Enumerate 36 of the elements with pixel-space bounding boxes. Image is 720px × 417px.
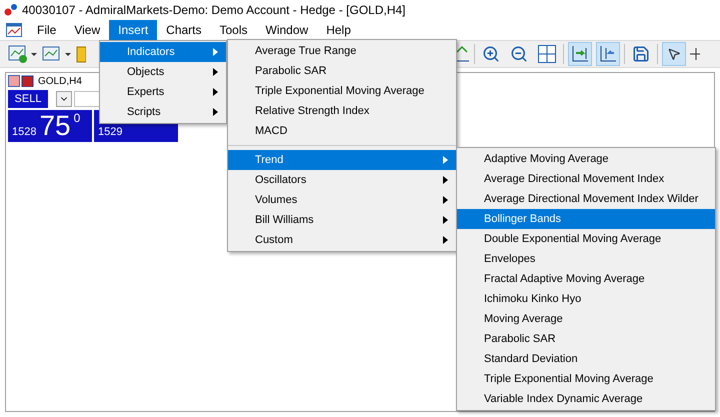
menu-item[interactable]: Bollinger Bands xyxy=(457,209,715,229)
window-title: 40030107 - AdmiralMarkets-Demo: Demo Account - Hedge - [GOLD,H4] xyxy=(22,2,406,19)
menu-item[interactable]: Variable Index Dynamic Average xyxy=(457,389,715,409)
menu-item[interactable]: Triple Exponential Moving Average xyxy=(457,369,715,389)
menu-item[interactable]: Envelopes xyxy=(457,249,715,269)
menu-item[interactable]: Custom xyxy=(228,230,456,250)
menu-bar-item[interactable]: Charts xyxy=(157,20,210,40)
menu-bar-item[interactable]: View xyxy=(65,20,110,40)
menu-bar-item[interactable]: Insert xyxy=(109,20,158,40)
menu-item[interactable]: Average Directional Movement Index Wilder xyxy=(457,189,715,209)
menu-item[interactable]: Bill Williams xyxy=(228,210,456,230)
menu-item[interactable]: Parabolic SAR xyxy=(228,61,456,81)
menu-item[interactable]: Ichimoku Kinko Hyo xyxy=(457,289,715,309)
menu-item[interactable]: Average Directional Movement Index xyxy=(457,169,715,189)
menu-item[interactable]: Indicators xyxy=(100,42,226,62)
menu-item[interactable]: Parabolic SAR xyxy=(457,329,715,349)
menu-item[interactable]: Experts xyxy=(100,82,226,102)
menu-item[interactable]: Fractal Adaptive Moving Average xyxy=(457,269,715,289)
menu-bar-item[interactable]: Help xyxy=(317,20,360,40)
menu-item[interactable]: Double Exponential Moving Average xyxy=(457,229,715,249)
menu-item[interactable]: Volumes xyxy=(228,190,456,210)
menu-item[interactable]: Oscillators xyxy=(228,170,456,190)
menu-item[interactable]: Objects xyxy=(100,62,226,82)
sell-button[interactable]: SELL xyxy=(8,90,48,108)
menu-item[interactable]: Moving Average xyxy=(457,309,715,329)
menu-bar-item[interactable]: Tools xyxy=(210,20,257,40)
menu-item[interactable]: MACD xyxy=(228,121,456,141)
menu-item[interactable]: Trend xyxy=(228,150,456,170)
menu-item[interactable]: Average True Range xyxy=(228,41,456,61)
menu-item[interactable]: Standard Deviation xyxy=(457,349,715,369)
menu-item[interactable]: Adaptive Moving Average xyxy=(457,149,715,169)
menu-bar-item[interactable]: Window xyxy=(256,20,318,40)
menu-bar-item[interactable]: File xyxy=(28,20,66,40)
menu-item[interactable]: Relative Strength Index xyxy=(228,101,456,121)
chart-window-title: GOLD,H4 xyxy=(38,74,82,88)
menu-item[interactable]: Triple Exponential Moving Average xyxy=(228,81,456,101)
